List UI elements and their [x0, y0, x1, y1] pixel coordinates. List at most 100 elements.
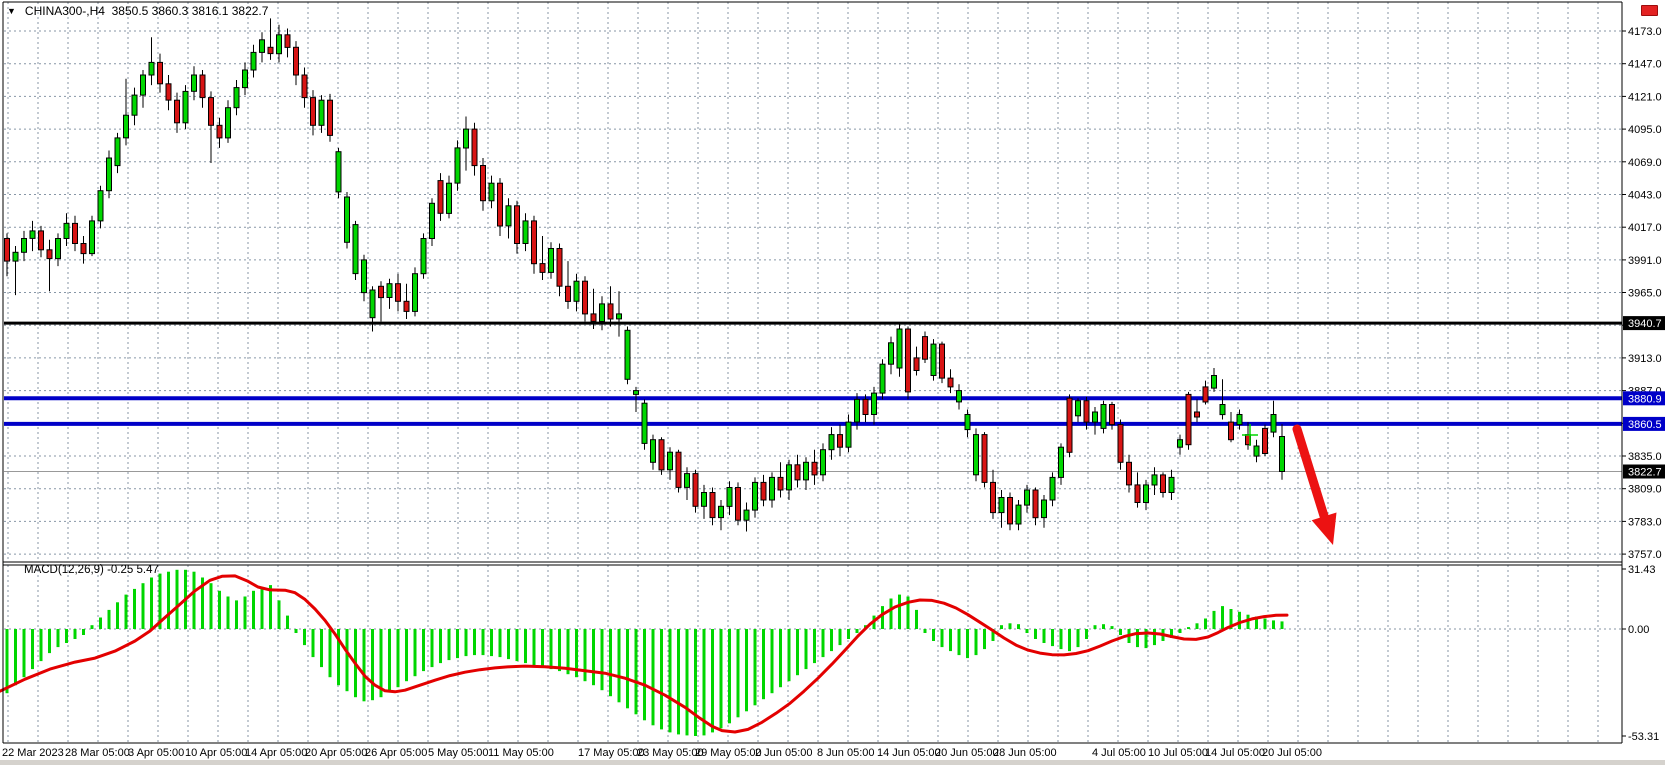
- candle-body: [710, 493, 715, 518]
- time-tick-label: 20 Jul 05:00: [1262, 747, 1322, 759]
- time-tick-label: 28 Jun 05:00: [993, 747, 1057, 759]
- chart-title-bar: ▼ CHINA300-,H4 3850.5 3860.3 3816.1 3822…: [7, 4, 268, 18]
- candle-body: [1144, 485, 1149, 503]
- candle-body: [982, 435, 987, 483]
- candle-body: [1067, 398, 1072, 452]
- candle-body: [13, 252, 18, 261]
- candle-body: [1186, 394, 1191, 444]
- candle-body: [345, 197, 350, 242]
- alert-icon[interactable]: [1641, 5, 1658, 16]
- candle-body: [1152, 475, 1157, 485]
- candle-body: [770, 477, 775, 500]
- candle-body: [761, 482, 766, 500]
- candle-body: [1050, 477, 1055, 500]
- candle-body: [379, 286, 384, 297]
- price-tick-label: 3991.0: [1628, 255, 1662, 267]
- time-tick-label: 14 Jun 05:00: [877, 747, 941, 759]
- svg-text:3880.9: 3880.9: [1628, 393, 1662, 405]
- candle-body: [183, 91, 188, 122]
- candle-body: [387, 284, 392, 298]
- candle-body: [47, 250, 52, 259]
- candle-body: [353, 225, 358, 274]
- candle-body: [872, 393, 877, 414]
- time-tick-label: 5 May 05:00: [428, 747, 489, 759]
- macd-tick-label: 0.00: [1628, 624, 1649, 636]
- candle-body: [192, 75, 197, 91]
- candle-body: [268, 47, 273, 53]
- candle-body: [1025, 490, 1030, 505]
- candle-body: [1016, 505, 1021, 524]
- candle-body: [421, 239, 426, 274]
- candle-body: [906, 329, 911, 392]
- candle-body: [642, 403, 647, 443]
- candle-body: [498, 183, 503, 226]
- time-tick-label: 22 Mar 2023: [2, 747, 64, 759]
- time-tick-label: 14 Jul 05:00: [1205, 747, 1265, 759]
- candle-body: [855, 399, 860, 422]
- candle-body: [532, 221, 537, 264]
- candle-body: [370, 290, 375, 318]
- candle-body: [795, 465, 800, 480]
- candle-body: [838, 435, 843, 448]
- candle-body: [659, 440, 664, 470]
- symbol-dropdown-icon[interactable]: ▼: [7, 7, 16, 16]
- candle-body: [149, 62, 154, 75]
- candle-body: [744, 510, 749, 520]
- candle-body: [583, 281, 588, 314]
- time-tick-label: 20 Jun 05:00: [935, 747, 999, 759]
- time-tick-label: 17 May 05:00: [578, 747, 645, 759]
- candle-body: [200, 75, 205, 98]
- price-tick-label: 3965.0: [1628, 288, 1662, 300]
- candle-body: [489, 183, 494, 201]
- candle-body: [413, 274, 418, 312]
- candle-body: [141, 75, 146, 95]
- candle-body: [243, 70, 248, 88]
- candle-body: [438, 181, 443, 214]
- candle-body: [81, 244, 86, 254]
- candle-body: [1161, 475, 1166, 493]
- macd-indicator-label: MACD(12,26,9) -0.25 5.47: [24, 564, 159, 576]
- candle-body: [515, 206, 520, 244]
- candle-body: [1263, 428, 1268, 453]
- candle-body: [64, 223, 69, 238]
- candle-body: [965, 415, 970, 430]
- price-tick-label: 4121.0: [1628, 91, 1662, 103]
- candle-body: [880, 364, 885, 393]
- candle-body: [56, 239, 61, 259]
- svg-text:3822.7: 3822.7: [1628, 467, 1662, 479]
- candle-body: [889, 343, 894, 364]
- chart-canvas[interactable]: 4173.04147.04121.04095.04069.04043.04017…: [0, 0, 1665, 765]
- candle-body: [914, 358, 919, 371]
- candle-body: [1212, 376, 1217, 389]
- price-tick-label: 4173.0: [1628, 26, 1662, 38]
- candle-body: [226, 108, 231, 138]
- candle-body: [540, 264, 545, 273]
- candle-body: [557, 249, 562, 287]
- candle-body: [574, 281, 579, 301]
- time-tick-label: 26 Apr 05:00: [365, 747, 427, 759]
- candle-body: [566, 286, 571, 301]
- candle-body: [617, 314, 622, 319]
- candle-body: [1084, 401, 1089, 422]
- candle-body: [549, 249, 554, 273]
- candle-body: [115, 138, 120, 166]
- candle-body: [719, 506, 724, 517]
- trading-chart-window: 4173.04147.04121.04095.04069.04043.04017…: [0, 0, 1665, 765]
- price-tick-label: 3913.0: [1628, 353, 1662, 365]
- time-tick-label: 4 Jul 05:00: [1092, 747, 1146, 759]
- price-tick-label: 3757.0: [1628, 549, 1662, 561]
- candle-body: [1195, 412, 1200, 417]
- time-tick-label: 8 Jun 05:00: [817, 747, 875, 759]
- candle-body: [1135, 485, 1140, 503]
- candle-body: [625, 330, 630, 379]
- candle-body: [506, 206, 511, 226]
- candle-body: [693, 474, 698, 507]
- candle-body: [923, 337, 928, 360]
- candle-body: [285, 35, 290, 48]
- candle-body: [447, 183, 452, 213]
- candle-body: [1229, 422, 1234, 440]
- time-tick-label: 20 Apr 05:00: [305, 747, 367, 759]
- candle-body: [455, 148, 460, 183]
- chart-ohlc-title: CHINA300-,H4 3850.5 3860.3 3816.1 3822.7: [25, 4, 269, 18]
- time-axis[interactable]: 22 Mar 202328 Mar 05:003 Apr 05:0010 Apr…: [2, 747, 1322, 759]
